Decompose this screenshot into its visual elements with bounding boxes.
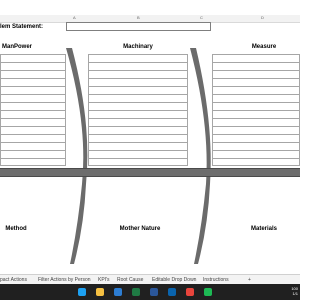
cause-cell[interactable]	[88, 158, 188, 166]
cause-cell[interactable]	[0, 86, 66, 94]
ruler-tick: B	[137, 15, 140, 20]
outlook-icon[interactable]	[168, 288, 176, 296]
cause-cell[interactable]	[88, 126, 188, 134]
problem-statement-label: lem Statement:	[0, 24, 44, 30]
cause-cell[interactable]	[212, 94, 300, 102]
cause-cell[interactable]	[0, 142, 66, 150]
cause-cell[interactable]	[212, 118, 300, 126]
cause-cell[interactable]	[88, 110, 188, 118]
fishbone-sheet: ManPower Machinary Measure Method Mother…	[0, 34, 300, 274]
category-mother-nature: Mother Nature	[119, 226, 161, 232]
cause-cell[interactable]	[212, 142, 300, 150]
rib-right	[190, 48, 211, 264]
tab-filter-actions-by-person[interactable]: Filter Actions by Person	[38, 277, 91, 283]
cause-cell[interactable]	[0, 110, 66, 118]
system-tray[interactable]: 100 1/1	[282, 286, 298, 298]
windows-taskbar: 100 1/1	[0, 284, 300, 300]
cause-cell[interactable]	[88, 102, 188, 110]
tab-root-cause[interactable]: Root Cause	[117, 277, 143, 283]
chrome-icon[interactable]	[186, 288, 194, 296]
files-icon[interactable]	[96, 288, 104, 296]
tab-impact-actions[interactable]: pact Actions	[0, 277, 27, 283]
cause-cell[interactable]	[212, 70, 300, 78]
cause-cell[interactable]	[212, 78, 300, 86]
cause-cell[interactable]	[0, 54, 66, 62]
cause-cell[interactable]	[212, 134, 300, 142]
spotify-icon[interactable]	[204, 288, 212, 296]
cause-cell[interactable]	[88, 118, 188, 126]
cause-cell[interactable]	[212, 158, 300, 166]
ruler-tick: C	[200, 15, 203, 20]
cause-cell[interactable]	[0, 158, 66, 166]
cause-cell[interactable]	[0, 150, 66, 158]
cause-cell[interactable]	[88, 86, 188, 94]
cause-cell[interactable]	[88, 54, 188, 62]
cause-cell[interactable]	[212, 150, 300, 158]
tab-instructions[interactable]: Instructions	[203, 277, 229, 283]
rib-left	[66, 48, 88, 264]
store-icon[interactable]	[114, 288, 122, 296]
cause-cell[interactable]	[88, 150, 188, 158]
cause-cell[interactable]	[88, 142, 188, 150]
cause-cell[interactable]	[88, 78, 188, 86]
category-materials: Materials	[250, 226, 277, 232]
cause-cell[interactable]	[88, 70, 188, 78]
edge-icon[interactable]	[78, 288, 86, 296]
category-method: Method	[5, 226, 27, 232]
ruler-tick: A	[73, 15, 76, 20]
cause-cell[interactable]	[212, 54, 300, 62]
add-sheet-button[interactable]: +	[248, 277, 251, 283]
cause-cell[interactable]	[0, 118, 66, 126]
tab-kpis[interactable]: KPI's	[98, 277, 110, 283]
cause-column-machinary	[88, 54, 188, 166]
cause-cell[interactable]	[0, 126, 66, 134]
cause-cell[interactable]	[0, 134, 66, 142]
cause-cell[interactable]	[0, 94, 66, 102]
cause-cell[interactable]	[212, 110, 300, 118]
cause-cell[interactable]	[212, 86, 300, 94]
cause-cell[interactable]	[0, 70, 66, 78]
cause-cell[interactable]	[212, 102, 300, 110]
cause-cell[interactable]	[212, 126, 300, 134]
word-icon[interactable]	[150, 288, 158, 296]
fishbone-spine	[0, 168, 300, 177]
tab-editable-drop-down[interactable]: Editable Drop Down	[152, 277, 196, 283]
ruler-tick: D	[261, 15, 264, 20]
date: 1/1	[292, 291, 298, 296]
excel-icon[interactable]	[132, 288, 140, 296]
cause-cell[interactable]	[88, 134, 188, 142]
cause-cell[interactable]	[0, 62, 66, 70]
cause-column-manpower	[0, 54, 66, 166]
cause-cell[interactable]	[88, 94, 188, 102]
cause-cell[interactable]	[0, 102, 66, 110]
cause-column-measure	[212, 54, 300, 166]
problem-statement-input[interactable]	[66, 22, 211, 31]
cause-cell[interactable]	[0, 78, 66, 86]
cause-cell[interactable]	[212, 62, 300, 70]
cause-cell[interactable]	[88, 62, 188, 70]
